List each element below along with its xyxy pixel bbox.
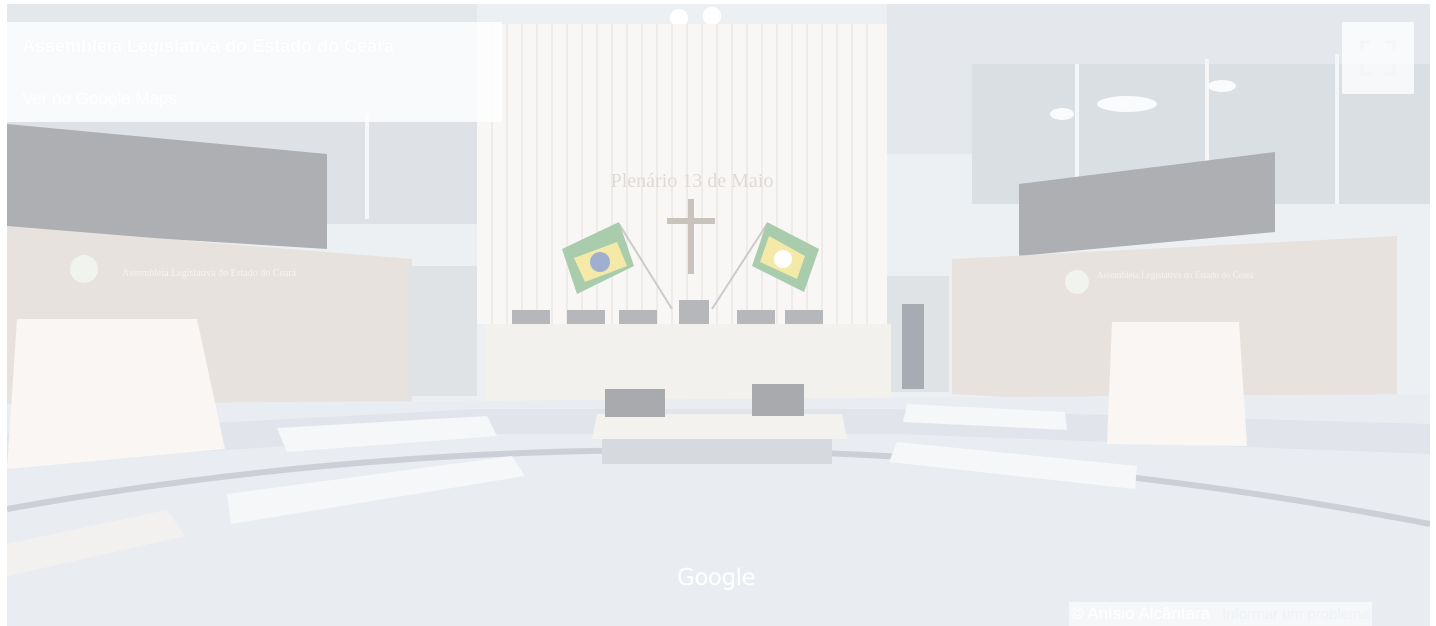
view-in-google-maps-link[interactable]: Ver no Google Maps [22,89,177,109]
google-logo: Google [677,565,756,591]
place-title: Assembleia Legislativa do Estado do Cear… [22,36,395,56]
right-panel-text: Assembleia Legislativa do Estado do Cear… [1097,270,1254,280]
attribution-bar: © Anísio Alcântara Informar um problema [1069,602,1372,626]
fullscreen-button[interactable] [1342,22,1414,94]
fullscreen-icon [1360,40,1396,76]
left-panel-text: Assembleia Legislativa do Estado do Cear… [122,268,297,279]
copyright-text: © Anísio Alcântara [1071,604,1211,623]
wall-sign-text: Plenário 13 de Maio [611,170,774,192]
place-info-card: Assembleia Legislativa do Estado do Cear… [7,22,502,122]
report-problem-link[interactable]: Informar um problema [1222,606,1370,623]
